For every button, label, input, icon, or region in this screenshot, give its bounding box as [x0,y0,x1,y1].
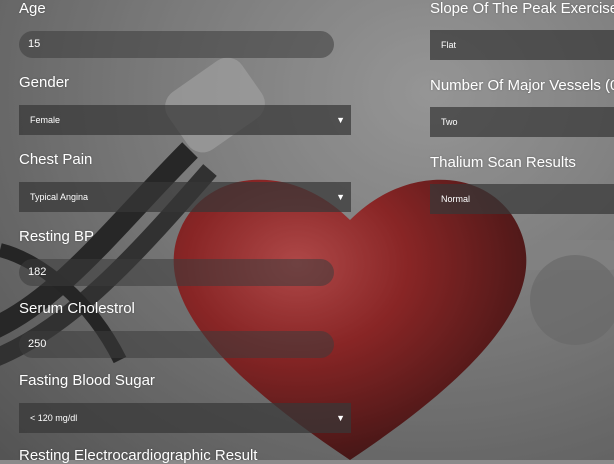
chest-pain-label: Chest Pain [19,151,93,168]
caret-down-icon: ▼ [336,192,345,202]
fasting-blood-sugar-select[interactable]: < 120 mg/dl ▼ [19,403,351,433]
serum-cholesterol-label: Serum Cholestrol [19,300,135,317]
gender-select[interactable]: Female ▼ [19,105,351,135]
slope-label: Slope Of The Peak Exercise [430,0,614,17]
fasting-blood-sugar-selected-value: < 120 mg/dl [30,413,78,423]
resting-bp-input[interactable]: 182 [19,259,334,286]
caret-down-icon: ▼ [336,115,345,125]
thalium-label: Thalium Scan Results [430,154,576,171]
fasting-blood-sugar-label: Fasting Blood Sugar [19,372,155,389]
major-vessels-label: Number Of Major Vessels (0- [430,77,614,94]
thalium-selected-value: Normal [441,194,471,204]
major-vessels-select[interactable]: Two [430,107,614,137]
slope-selected-value: Flat [441,40,457,50]
age-label: Age [19,0,46,17]
major-vessels-selected-value: Two [441,117,458,127]
resting-ecg-label: Resting Electrocardiographic Result [19,447,258,464]
caret-down-icon: ▼ [336,413,345,423]
chest-pain-selected-value: Typical Angina [30,192,89,202]
gender-selected-value: Female [30,115,61,125]
gender-label: Gender [19,74,70,91]
resting-bp-label: Resting BP [19,228,95,245]
serum-cholesterol-input[interactable]: 250 [19,331,334,358]
chest-pain-select[interactable]: Typical Angina ▼ [19,182,351,212]
age-input[interactable]: 15 [19,31,334,58]
slope-select[interactable]: Flat [430,30,614,60]
thalium-select[interactable]: Normal [430,184,614,214]
